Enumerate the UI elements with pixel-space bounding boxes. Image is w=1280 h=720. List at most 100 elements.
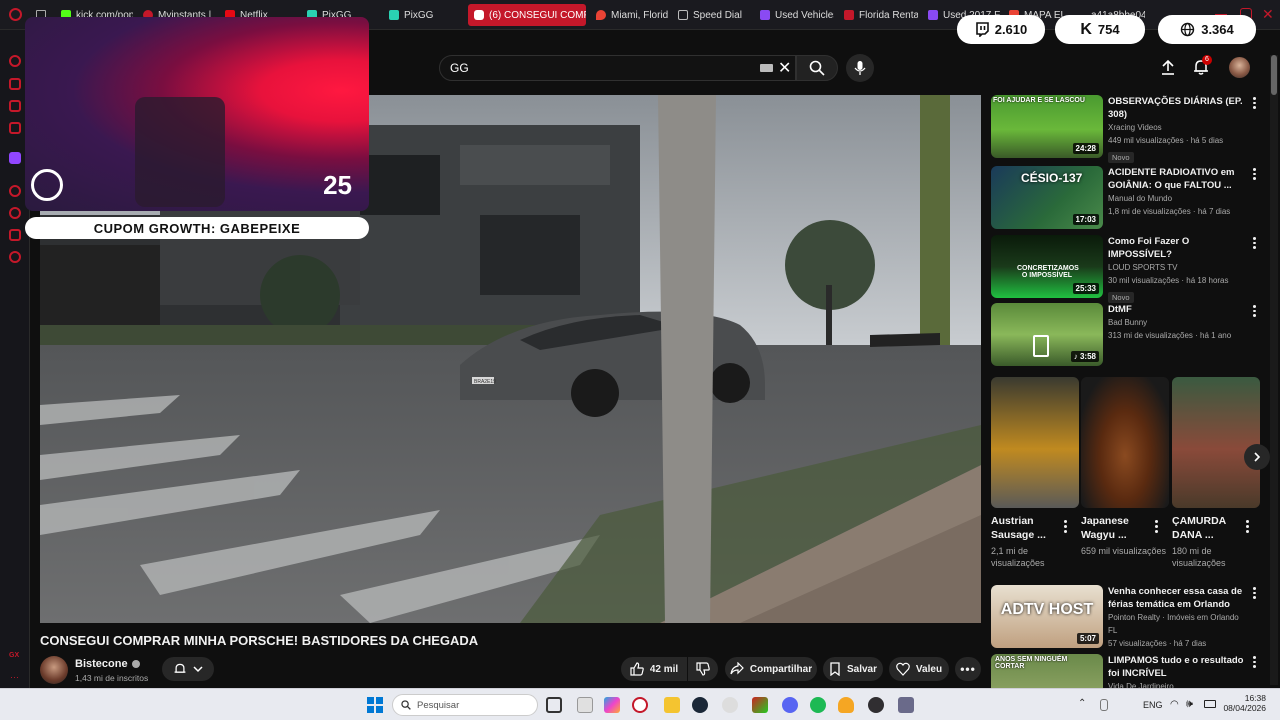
instagram-icon[interactable]: [9, 122, 21, 134]
shorts-title[interactable]: Japanese Wagyu ...: [1081, 514, 1151, 542]
more-vertical-icon[interactable]: [1252, 168, 1256, 181]
shorts-title[interactable]: Austrian Sausage ...: [991, 514, 1061, 542]
shorts-thumbnail[interactable]: [1081, 377, 1169, 508]
keyboard-icon[interactable]: [760, 64, 773, 72]
recommendation-item[interactable]: CONCRETIZAMOS O IMPOSSÍVEL 25:33 Como Fo…: [991, 235, 1256, 303]
start-button[interactable]: [367, 697, 383, 713]
twitch-sidebar-icon[interactable]: [9, 152, 21, 164]
language-indicator[interactable]: ENG: [1143, 700, 1163, 710]
recommendation-channel[interactable]: Vida De Jardineiro: [1108, 680, 1246, 688]
shorts-thumbnail[interactable]: [991, 377, 1079, 508]
more-vertical-icon[interactable]: [1252, 305, 1256, 318]
recommendation-channel[interactable]: Manual do Mundo: [1108, 192, 1246, 205]
page-scrollbar[interactable]: [1270, 55, 1278, 685]
settings-icon[interactable]: [9, 251, 21, 263]
video-thumbnail[interactable]: CÉSIO-137 17:03: [991, 166, 1103, 229]
copilot-icon[interactable]: [604, 697, 620, 713]
upload-button[interactable]: [1159, 58, 1177, 81]
gx-corner-icon[interactable]: [9, 78, 21, 90]
recommendation-title[interactable]: DtMF: [1108, 303, 1246, 316]
shorts-title[interactable]: ÇAMURDA DANA ...: [1172, 514, 1242, 542]
recommendation-item[interactable]: CÉSIO-137 17:03 ACIDENTE RADIOATIVO em G…: [991, 166, 1256, 230]
video-thumbnail[interactable]: ADTV HOST 5:07: [991, 585, 1103, 648]
channel-name[interactable]: Bistecone: [75, 658, 140, 670]
recommendation-channel[interactable]: Xracing Videos: [1108, 121, 1246, 134]
tray-app-icon[interactable]: [1100, 699, 1108, 711]
opera-logo-icon[interactable]: [9, 8, 22, 21]
tab-active[interactable]: (6) CONSEGUI COMPRA: [468, 4, 586, 26]
steam-icon[interactable]: [692, 697, 708, 713]
dislike-button[interactable]: [688, 657, 718, 681]
tab[interactable]: PixGG: [383, 4, 463, 26]
recommendation-title[interactable]: ACIDENTE RADIOATIVO em GOIÂNIA: O que FA…: [1108, 166, 1246, 192]
video-thumbnail[interactable]: CONCRETIZAMOS O IMPOSSÍVEL 25:33: [991, 235, 1103, 298]
tray-chevron-up-icon[interactable]: ⌃: [1078, 698, 1086, 709]
scrollbar-thumb[interactable]: [1271, 55, 1277, 95]
shorts-thumbnail[interactable]: [1172, 377, 1260, 508]
recommendation-title[interactable]: Venha conhecer essa casa de férias temát…: [1108, 585, 1246, 611]
extensions-icon[interactable]: [9, 229, 21, 241]
recommendation-title[interactable]: OBSERVAÇÕES DIÁRIAS (EP. 308): [1108, 95, 1246, 121]
recommendation-item[interactable]: FOI AJUDAR E SE LASCOU 24:28 OBSERVAÇÕES…: [991, 95, 1256, 163]
clear-search-icon[interactable]: ✕: [778, 58, 791, 78]
search-input[interactable]: GG: [439, 55, 796, 81]
channel-avatar[interactable]: [40, 656, 68, 684]
more-icon[interactable]: ···: [10, 672, 19, 682]
recommendation-channel[interactable]: Pointon Realty · Imóveis em Orlando FL: [1108, 611, 1246, 637]
recommendation-title[interactable]: LIMPAMOS tudo e o resultado foi INCRÍVEL: [1108, 654, 1246, 680]
more-vertical-icon[interactable]: [1155, 520, 1158, 533]
search-button[interactable]: [796, 55, 838, 81]
calculator-icon[interactable]: [898, 697, 914, 713]
voice-search-button[interactable]: [846, 54, 874, 82]
spotify-icon[interactable]: [810, 697, 826, 713]
more-vertical-icon[interactable]: [1252, 97, 1256, 110]
more-vertical-icon[interactable]: [1252, 656, 1256, 669]
thanks-button[interactable]: Valeu: [889, 657, 949, 681]
shorts-item[interactable]: ÇAMURDA DANA ... 180 mi de visualizações: [1172, 377, 1260, 569]
history-icon[interactable]: [9, 207, 21, 219]
shorts-next-button[interactable]: [1244, 444, 1270, 470]
tab[interactable]: Speed Dial: [672, 4, 750, 26]
file-explorer-icon[interactable]: [664, 697, 680, 713]
cloud-app-icon[interactable]: [838, 697, 854, 713]
subscribe-bell-button[interactable]: [162, 657, 214, 681]
video-thumbnail[interactable]: FOI AJUDAR E SE LASCOU 24:28: [991, 95, 1103, 158]
recommendation-item[interactable]: ♪ 3:58 DtMF Bad Bunny 313 mi de visualiz…: [991, 303, 1256, 367]
app-icon[interactable]: [722, 697, 738, 713]
messenger-icon[interactable]: [9, 100, 21, 112]
recommendation-item[interactable]: ADTV HOST 5:07 Venha conhecer essa casa …: [991, 585, 1256, 649]
player-icon[interactable]: [9, 185, 21, 197]
explorer-icon[interactable]: [577, 697, 593, 713]
task-view-icon[interactable]: [546, 697, 562, 713]
save-button[interactable]: Salvar: [823, 657, 883, 681]
tab[interactable]: Used Vehicles: [754, 4, 834, 26]
gx-control-icon[interactable]: [9, 55, 21, 67]
more-actions-button[interactable]: •••: [955, 657, 981, 681]
more-vertical-icon[interactable]: [1246, 520, 1249, 533]
video-thumbnail[interactable]: ♪ 3:58: [991, 303, 1103, 366]
avatar[interactable]: [1229, 57, 1250, 78]
more-vertical-icon[interactable]: [1064, 520, 1067, 533]
notifications-button[interactable]: 6: [1192, 55, 1212, 81]
app-icon[interactable]: [752, 697, 768, 713]
tab[interactable]: Florida Rental: [838, 4, 918, 26]
wifi-icon[interactable]: ◠: [1170, 699, 1179, 710]
taskbar-clock[interactable]: 16:38 08/04/2026: [1222, 693, 1266, 713]
like-button[interactable]: 42 mil: [621, 657, 687, 681]
recommendation-channel[interactable]: LOUD SPORTS TV: [1108, 261, 1246, 274]
battery-icon[interactable]: [1204, 700, 1216, 708]
opera-gx-taskbar-icon[interactable]: [632, 697, 648, 713]
recommendation-item[interactable]: ANOS SEM NINGUÉM CORTAR LIMPAMOS tudo e …: [991, 654, 1256, 688]
discord-icon[interactable]: [782, 697, 798, 713]
recommendation-channel[interactable]: Bad Bunny: [1108, 316, 1246, 329]
share-button[interactable]: Compartilhar: [725, 657, 817, 681]
more-vertical-icon[interactable]: [1252, 237, 1256, 250]
video-thumbnail[interactable]: ANOS SEM NINGUÉM CORTAR: [991, 654, 1103, 688]
shorts-item[interactable]: Austrian Sausage ... 2,1 mi de visualiza…: [991, 377, 1079, 569]
recommendation-title[interactable]: Como Foi Fazer O IMPOSSÍVEL?: [1108, 235, 1246, 261]
more-vertical-icon[interactable]: [1252, 587, 1256, 600]
taskbar-search[interactable]: Pesquisar: [392, 694, 538, 716]
volume-icon[interactable]: 🕪: [1186, 698, 1193, 711]
tab[interactable]: Miami, Florida: [590, 4, 668, 26]
obs-icon[interactable]: [868, 697, 884, 713]
